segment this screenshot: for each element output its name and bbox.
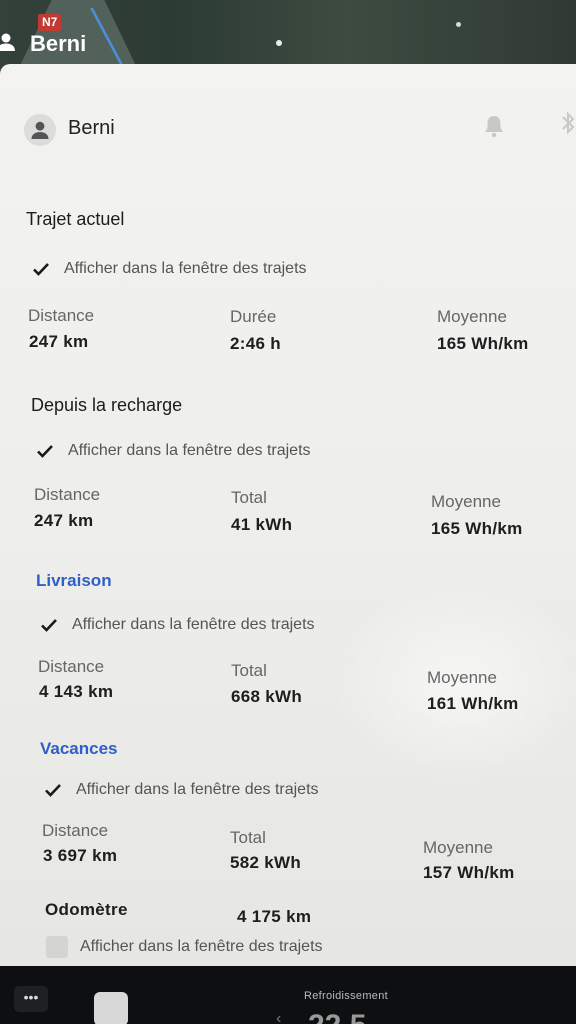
show-in-trips-checkbox[interactable]: Afficher dans la fenêtre des trajets <box>42 779 319 801</box>
stat-value-duration: 2:46 h <box>230 334 281 353</box>
odometer-value: 4 175 km <box>237 907 312 926</box>
stat-value-total: 582 kWh <box>230 853 302 872</box>
bell-icon[interactable] <box>483 114 505 138</box>
seat-heater-icon[interactable] <box>94 992 128 1024</box>
stat-label-total: Total <box>230 828 266 847</box>
bluetooth-icon[interactable] <box>560 110 576 136</box>
stat-label-duration: Durée <box>230 307 277 326</box>
stat-label-distance: Distance <box>28 306 95 325</box>
show-in-trips-checkbox[interactable]: Afficher dans la fenêtre des trajets <box>34 440 311 462</box>
map-driver-name: Berni <box>30 31 87 56</box>
stat-label-distance: Distance <box>34 485 101 504</box>
section-title-delivery: Livraison <box>36 571 112 590</box>
bottom-control-bar: ••• ‹ Refroidissement 22.5 <box>0 966 576 1024</box>
stat-value-average: 165 Wh/km <box>431 519 523 538</box>
stat-value-distance: 247 km <box>29 332 89 351</box>
chevron-left-icon[interactable]: ‹ <box>276 1010 281 1024</box>
stat-value-average: 161 Wh/km <box>427 694 519 713</box>
stat-label-total: Total <box>231 488 267 507</box>
climate-mode-label: Refroidissement <box>304 990 388 1002</box>
stat-label-distance: Distance <box>42 821 109 840</box>
stat-label-distance: Distance <box>38 657 105 676</box>
section-title-current-trip: Trajet actuel <box>26 209 125 229</box>
navigation-map[interactable]: N7 Berni <box>0 0 576 72</box>
stat-value-distance: 247 km <box>34 511 94 530</box>
show-in-trips-checkbox[interactable]: Afficher dans la fenêtre des trajets <box>30 258 307 280</box>
user-icon <box>31 121 49 139</box>
checkmark-icon <box>30 258 52 280</box>
checkbox-label: Afficher dans la fenêtre des trajets <box>64 260 307 277</box>
unchecked-box-icon <box>46 936 68 958</box>
checkmark-icon <box>38 614 60 636</box>
stat-label-average: Moyenne <box>427 668 497 687</box>
stat-value-average: 165 Wh/km <box>437 334 529 353</box>
stat-value-total: 41 kWh <box>231 515 293 534</box>
checkbox-label: Afficher dans la fenêtre des trajets <box>80 938 323 955</box>
show-in-trips-checkbox[interactable]: Afficher dans la fenêtre des trajets <box>38 614 315 636</box>
user-icon <box>0 33 15 51</box>
more-apps-button[interactable]: ••• <box>14 986 48 1012</box>
profile-name[interactable]: Berni <box>68 117 115 140</box>
stat-label-average: Moyenne <box>431 492 501 511</box>
tesla-screen: N7 Berni Berni Trajet actuel Afficher da… <box>0 0 576 1024</box>
section-title-vacation: Vacances <box>40 739 118 758</box>
trips-panel: Berni Trajet actuel Afficher dans la fen… <box>0 64 576 966</box>
map-marker <box>456 22 461 27</box>
temperature-value[interactable]: 22.5 <box>308 1006 366 1024</box>
map-marker <box>276 40 282 46</box>
profile-avatar[interactable] <box>24 114 56 146</box>
section-title-since-charge: Depuis la recharge <box>31 395 183 415</box>
stat-value-total: 668 kWh <box>231 687 303 706</box>
stat-label-total: Total <box>231 661 267 680</box>
checkbox-label: Afficher dans la fenêtre des trajets <box>68 442 311 459</box>
checkbox-label: Afficher dans la fenêtre des trajets <box>72 616 315 633</box>
odometer-label: Odomètre <box>45 900 128 919</box>
stat-value-distance: 3 697 km <box>43 846 118 865</box>
checkbox-label: Afficher dans la fenêtre des trajets <box>76 781 319 798</box>
stat-label-average: Moyenne <box>423 838 493 857</box>
stat-value-distance: 4 143 km <box>39 682 114 701</box>
checkmark-icon <box>34 440 56 462</box>
stat-value-average: 157 Wh/km <box>423 863 515 882</box>
stat-label-average: Moyenne <box>437 307 507 326</box>
checkmark-icon <box>42 779 64 801</box>
road-shield-badge: N7 <box>38 14 62 31</box>
show-in-trips-checkbox[interactable]: Afficher dans la fenêtre des trajets <box>46 936 323 958</box>
